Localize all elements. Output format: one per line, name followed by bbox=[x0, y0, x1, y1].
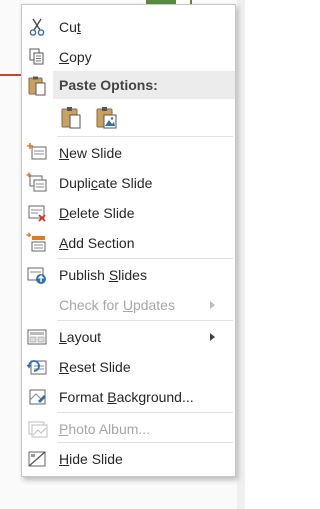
menu-separator bbox=[57, 412, 233, 413]
menu-item-cut[interactable]: Cut bbox=[22, 12, 235, 42]
paste-options-header: Paste Options: bbox=[53, 71, 235, 99]
menu-item-add-section[interactable]: Add Section bbox=[22, 228, 235, 258]
menu-item-label: Add Section bbox=[59, 235, 135, 251]
menu-item-new-slide[interactable]: New Slide bbox=[22, 138, 235, 168]
submenu-arrow-icon bbox=[210, 301, 215, 309]
menu-item-label: Cut bbox=[59, 19, 81, 35]
menu-item-copy[interactable]: Copy bbox=[22, 42, 235, 72]
delete-slide-icon bbox=[26, 202, 48, 224]
paste-options-label: Paste Options: bbox=[59, 77, 158, 93]
menu-item-label: New Slide bbox=[59, 145, 123, 161]
slide-context-menu: Cut Copy Paste Options: New Slide Duplic… bbox=[21, 4, 236, 477]
paste-picture-icon bbox=[94, 107, 120, 135]
add-section-icon bbox=[26, 232, 48, 254]
reset-slide-icon bbox=[26, 356, 48, 378]
slide-border-fragment bbox=[0, 74, 22, 76]
menu-separator bbox=[57, 258, 233, 259]
menu-item-delete-slide[interactable]: Delete Slide bbox=[22, 198, 235, 228]
menu-item-label: Hide Slide bbox=[59, 451, 123, 467]
menu-item-layout[interactable]: Layout bbox=[22, 322, 235, 352]
menu-item-label: Delete Slide bbox=[59, 205, 135, 221]
format-background-icon bbox=[26, 386, 48, 408]
paste-use-destination-theme-button[interactable] bbox=[59, 105, 85, 131]
menu-item-hide-slide[interactable]: Hide Slide bbox=[22, 444, 235, 474]
menu-item-label: Format Background... bbox=[59, 389, 194, 405]
menu-item-label: Copy bbox=[59, 49, 92, 65]
menu-separator bbox=[57, 442, 233, 443]
menu-item-label: Duplicate Slide bbox=[59, 175, 153, 191]
publish-slides-icon bbox=[26, 264, 48, 286]
scissors-icon bbox=[26, 16, 48, 38]
menu-separator bbox=[57, 136, 233, 137]
submenu-arrow-icon bbox=[210, 333, 215, 341]
menu-item-photo-album[interactable]: Photo Album... bbox=[22, 414, 235, 444]
menu-item-label: Reset Slide bbox=[59, 359, 131, 375]
photo-album-icon bbox=[26, 418, 48, 440]
menu-separator bbox=[57, 320, 233, 321]
menu-item-label: Check for Updates bbox=[59, 297, 175, 313]
menu-item-reset-slide[interactable]: Reset Slide bbox=[22, 352, 235, 382]
new-slide-icon bbox=[26, 142, 48, 164]
layout-icon bbox=[26, 326, 48, 348]
hide-slide-icon bbox=[26, 448, 48, 470]
menu-item-format-background[interactable]: Format Background... bbox=[22, 382, 235, 412]
menu-item-publish-slides[interactable]: Publish Slides bbox=[22, 260, 235, 290]
paste-icon bbox=[26, 75, 48, 97]
menu-item-duplicate-slide[interactable]: Duplicate Slide bbox=[22, 168, 235, 198]
menu-item-label: Photo Album... bbox=[59, 421, 151, 437]
menu-item-label: Layout bbox=[59, 329, 102, 345]
duplicate-slide-icon bbox=[26, 172, 48, 194]
editor-scroll-area bbox=[237, 0, 245, 509]
menu-item-check-for-updates[interactable]: Check for Updates bbox=[22, 290, 235, 320]
copy-icon bbox=[26, 46, 48, 68]
menu-item-label: Publish Slides bbox=[59, 267, 147, 283]
paste-as-picture-button[interactable] bbox=[94, 105, 120, 131]
paste-keep-theme-icon bbox=[59, 107, 85, 135]
